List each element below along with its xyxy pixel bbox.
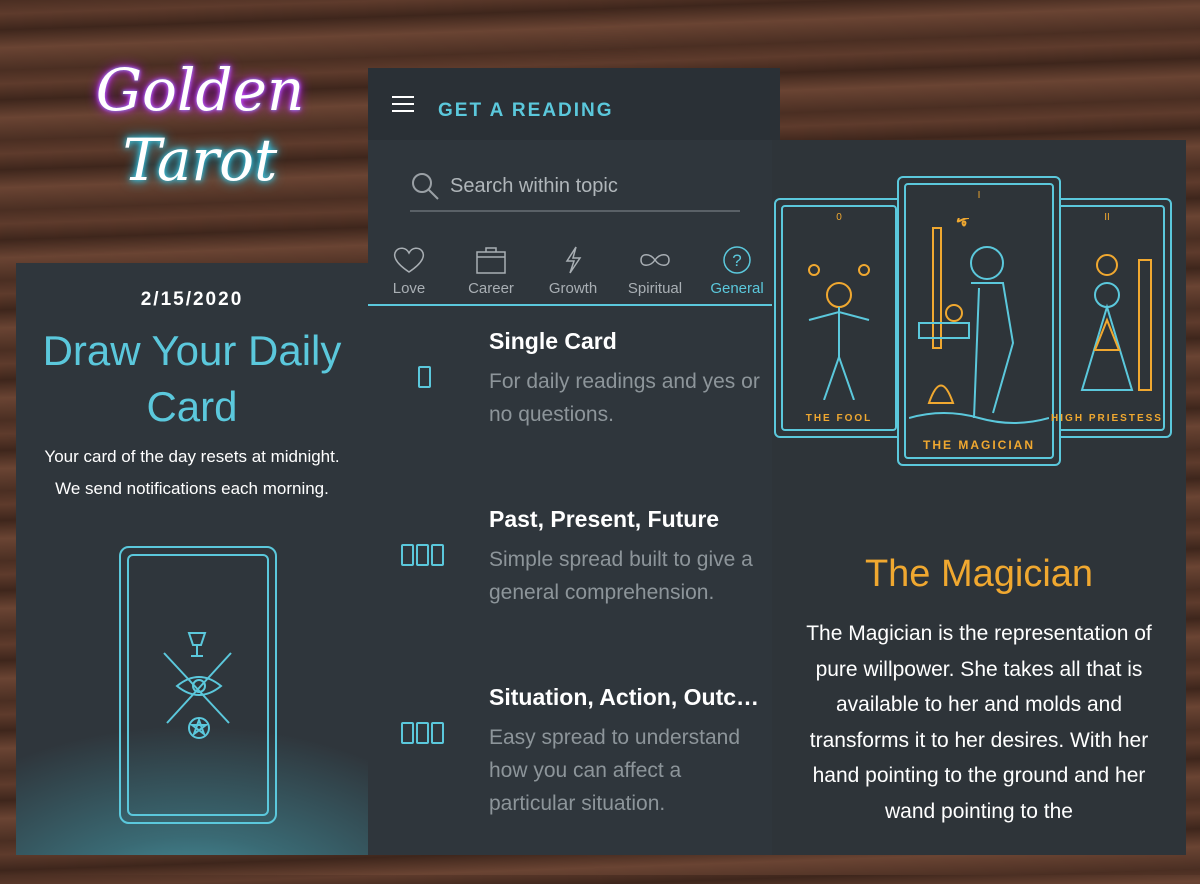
tab-spiritual[interactable]: Spiritual: [614, 240, 696, 304]
briefcase-icon: [476, 247, 506, 274]
eye-swords-icon: [163, 632, 232, 739]
fool-illustration: [808, 264, 870, 400]
search-placeholder: Search within topic: [450, 174, 618, 197]
tab-career[interactable]: Career: [450, 240, 532, 304]
three-card-icon: [401, 722, 444, 744]
high-priestess-illustration: [1080, 254, 1152, 391]
daily-line-2: We send notifications each morning.: [55, 479, 329, 498]
header: GET A READING: [368, 68, 780, 140]
card-title: The Magician: [864, 553, 1094, 595]
question-icon: ?: [723, 246, 751, 274]
three-card-icon: [401, 544, 444, 566]
menu-icon[interactable]: [392, 95, 414, 113]
spread-desc: Simple spread built to give a general co…: [489, 548, 753, 604]
daily-line-1: Your card of the day resets at midnight.: [44, 447, 340, 466]
tab-general[interactable]: ? General: [696, 240, 778, 304]
magician-illustration: [909, 218, 1049, 424]
date: 2/15/2020: [140, 289, 244, 310]
heart-icon: [393, 247, 425, 273]
spread-title: Situation, Action, Outcome: [489, 684, 770, 710]
spread-desc: Easy spread to understand how you can af…: [489, 726, 740, 815]
card-high-priestess[interactable]: II HIGH PRIESTESS: [1042, 198, 1172, 438]
single-card-icon: [418, 366, 431, 388]
search-icon: [412, 173, 439, 200]
card-detail-screen: 0 THE FOOL II HIGH PRIESTESS I THE MAGIC…: [772, 140, 1186, 855]
card-description: The Magician is the representation of pu…: [806, 622, 1152, 823]
card-the-magician[interactable]: I THE MAGICIAN: [897, 176, 1061, 466]
spread-title: Single Card: [489, 328, 617, 354]
spread-past-present-future[interactable]: Past, Present, Future Simple spread buil…: [368, 506, 780, 662]
tab-love[interactable]: Love: [368, 240, 450, 304]
tab-growth[interactable]: Growth: [532, 240, 614, 304]
spread-situation-action-outcome[interactable]: Situation, Action, Outcome Easy spread t…: [368, 684, 780, 884]
lightning-icon: [565, 246, 582, 274]
svg-text:?: ?: [732, 251, 741, 270]
search-input[interactable]: Search within topic: [410, 162, 740, 212]
topic-tabs: Love Career Growth Spiritual ? General: [368, 240, 780, 306]
spread-desc: For daily readings and yes or no questio…: [489, 370, 760, 426]
daily-card-back[interactable]: [119, 546, 277, 824]
infinity-icon: [640, 254, 670, 266]
logo-line-2: Tarot: [122, 126, 278, 194]
golden-tarot-logo: Golden Tarot: [70, 55, 330, 195]
logo-line-1: Golden: [95, 56, 305, 124]
card-the-fool[interactable]: 0 THE FOOL: [774, 198, 904, 438]
daily-card-screen: 2/15/2020 Draw Your Daily Card Your card…: [16, 263, 368, 855]
daily-title: Draw Your Daily Card: [42, 327, 342, 430]
spread-title: Past, Present, Future: [489, 506, 720, 532]
spread-single-card[interactable]: Single Card For daily readings and yes o…: [368, 328, 780, 484]
header-title: GET A READING: [438, 100, 614, 121]
get-reading-screen: GET A READING Search within topic Love C…: [368, 68, 780, 855]
